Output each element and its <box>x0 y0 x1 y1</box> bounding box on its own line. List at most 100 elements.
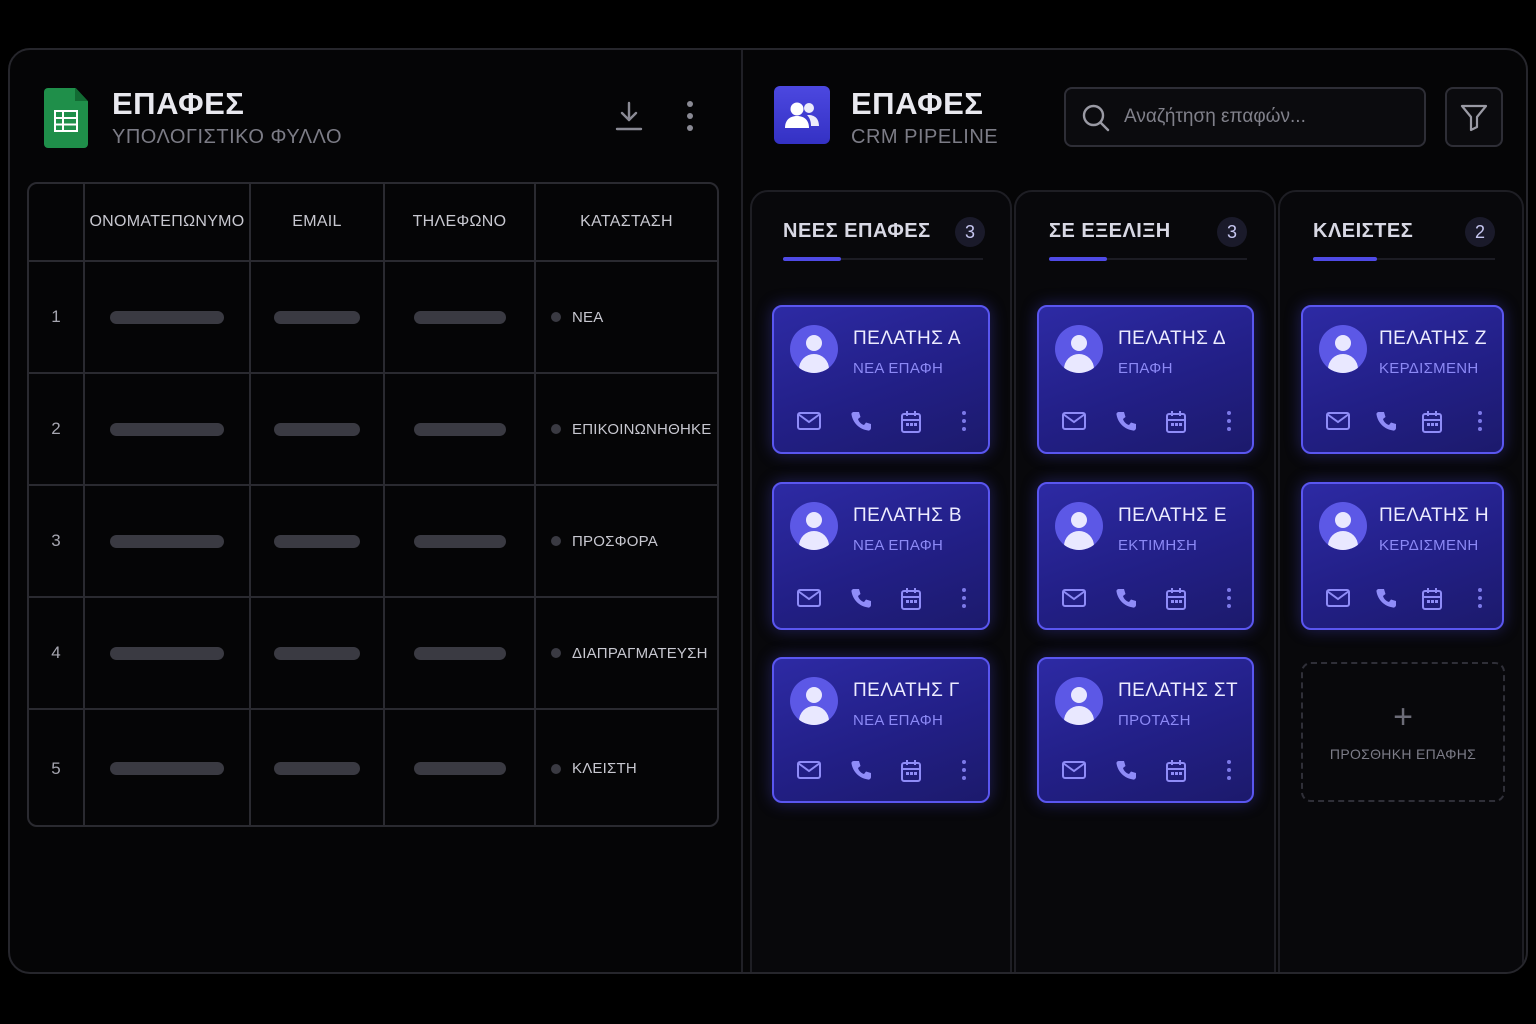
contact-name: ΠΕΛΑΤΗΣ ΣΤ <box>1118 680 1239 701</box>
more-vertical-icon[interactable] <box>1477 410 1483 432</box>
contact-card[interactable]: ΠΕΛΑΤΗΣ Α ΝΕΑ ΕΠΑΦΗ <box>772 305 990 454</box>
contact-stage: ΠΡΟΤΑΣΗ <box>1118 712 1191 729</box>
more-vertical-icon[interactable] <box>1226 410 1232 432</box>
calendar-icon[interactable] <box>1421 587 1443 611</box>
plus-icon: + <box>1393 698 1413 736</box>
table-row[interactable]: 2 ΕΠΙΚΟΙΝΩΝΗΘΗΚΕ <box>29 374 717 486</box>
users-icon <box>774 86 830 144</box>
calendar-icon[interactable] <box>1421 410 1443 434</box>
more-vertical-icon[interactable] <box>961 410 967 432</box>
avatar <box>1055 677 1103 725</box>
column-header-label: ΚΑΤΑΣΤΑΣΗ <box>580 213 673 230</box>
row-number: 3 <box>51 531 61 550</box>
avatar <box>1055 325 1103 373</box>
avatar <box>1055 502 1103 550</box>
contact-name: ΠΕΛΑΤΗΣ Η <box>1379 505 1490 526</box>
column-header[interactable]: ΤΗΛΕΦΩΝΟ <box>385 184 536 260</box>
avatar <box>790 325 838 373</box>
phone-icon[interactable] <box>850 410 872 432</box>
table-row[interactable]: 3 ΠΡΟΣΦΟΡΑ <box>29 486 717 598</box>
calendar-icon[interactable] <box>900 759 922 783</box>
table-row[interactable]: 5 ΚΛΕΙΣΤΗ <box>29 710 717 825</box>
calendar-icon[interactable] <box>900 410 922 434</box>
contact-card[interactable]: ΠΕΛΑΤΗΣ Δ ΕΠΑΦΗ <box>1037 305 1254 454</box>
table-row[interactable]: 1 ΝΕΑ <box>29 262 717 374</box>
name-placeholder <box>110 310 224 324</box>
calendar-icon[interactable] <box>1165 587 1187 611</box>
status-text: ΔΙΑΠΡΑΓΜΑΤΕΥΣΗ <box>572 644 708 662</box>
calendar-icon[interactable] <box>1165 759 1187 783</box>
phone-icon[interactable] <box>850 759 872 781</box>
phone-icon[interactable] <box>1115 410 1137 432</box>
column-title: ΝΕΕΣ ΕΠΑΦΕΣ <box>783 220 931 242</box>
phone-icon[interactable] <box>1115 759 1137 781</box>
contact-name: ΠΕΛΑΤΗΣ Δ <box>1118 328 1226 349</box>
phone-placeholder <box>413 422 506 436</box>
phone-icon[interactable] <box>1375 410 1397 432</box>
crm-subtitle: CRM PIPELINE <box>851 126 999 148</box>
phone-icon[interactable] <box>850 587 872 609</box>
mail-icon[interactable] <box>1061 759 1087 781</box>
add-contact-button[interactable]: + ΠΡΟΣΘΗΚΗ ΕΠΑΦΗΣ <box>1301 662 1505 802</box>
header-corner <box>29 184 85 260</box>
phone-placeholder <box>413 310 506 324</box>
calendar-icon[interactable] <box>900 587 922 611</box>
mail-icon[interactable] <box>1061 410 1087 432</box>
column-header-label: ΤΗΛΕΦΩΝΟ <box>412 213 507 230</box>
mail-icon[interactable] <box>796 759 822 781</box>
crm-title: ΕΠΑΦΕΣ <box>851 86 984 121</box>
phone-icon[interactable] <box>1375 587 1397 609</box>
column-header-label: EMAIL <box>292 213 342 230</box>
column-header[interactable]: ΟΝΟΜΑΤΕΠΩΝΥΜΟ <box>85 184 251 260</box>
status-text: ΚΛΕΙΣΤΗ <box>572 760 637 777</box>
phone-icon[interactable] <box>1115 587 1137 609</box>
contact-name: ΠΕΛΑΤΗΣ Α <box>853 328 961 349</box>
search-box[interactable] <box>1064 87 1426 147</box>
email-placeholder <box>274 534 360 548</box>
status-dot <box>551 424 561 434</box>
contact-stage: ΝΕΑ ΕΠΑΦΗ <box>853 360 944 377</box>
column-count-badge: 3 <box>1217 217 1247 247</box>
table-row[interactable]: 4 ΔΙΑΠΡΑΓΜΑΤΕΥΣΗ <box>29 598 717 710</box>
panel-divider <box>741 50 743 972</box>
phone-placeholder <box>413 534 506 548</box>
more-vertical-icon[interactable] <box>961 759 967 781</box>
avatar <box>1319 502 1367 550</box>
contact-card[interactable]: ΠΕΛΑΤΗΣ ΣΤ ΠΡΟΤΑΣΗ <box>1037 657 1254 803</box>
filter-button[interactable] <box>1445 87 1503 147</box>
column-header[interactable]: EMAIL <box>251 184 385 260</box>
status-dot <box>551 536 561 546</box>
column-underline <box>1313 257 1377 261</box>
contact-stage: ΕΚΤΙΜΗΣΗ <box>1118 537 1198 554</box>
contacts-table: ΟΝΟΜΑΤΕΠΩΝΥΜΟ EMAIL ΤΗΛΕΦΩΝΟ ΚΑΤΑΣΤΑΣΗ 1… <box>27 182 719 827</box>
sheet-title: ΕΠΑΦΕΣ <box>112 86 245 121</box>
more-vertical-icon[interactable] <box>680 98 700 134</box>
sheet-header: ΕΠΑΦΕΣ ΥΠΟΛΟΓΙΣΤΙΚΟ ΦΥΛΛΟ <box>44 86 704 150</box>
mail-icon[interactable] <box>1061 587 1087 609</box>
column-underline <box>1049 257 1107 261</box>
column-title: ΣΕ ΕΞΕΛΙΞΗ <box>1049 220 1171 242</box>
contact-card[interactable]: ΠΕΛΑΤΗΣ Η ΚΕΡΔΙΣΜΕΝΗ <box>1301 482 1504 630</box>
phone-placeholder <box>413 646 506 660</box>
mail-icon[interactable] <box>1325 587 1351 609</box>
row-number: 1 <box>51 307 61 326</box>
contact-card[interactable]: ΠΕΛΑΤΗΣ Ζ ΚΕΡΔΙΣΜΕΝΗ <box>1301 305 1504 454</box>
name-placeholder <box>110 534 224 548</box>
contact-stage: ΝΕΑ ΕΠΑΦΗ <box>853 537 944 554</box>
search-input[interactable] <box>1124 89 1414 145</box>
mail-icon[interactable] <box>796 410 822 432</box>
more-vertical-icon[interactable] <box>961 587 967 609</box>
more-vertical-icon[interactable] <box>1477 587 1483 609</box>
contact-card[interactable]: ΠΕΛΑΤΗΣ Γ ΝΕΑ ΕΠΑΦΗ <box>772 657 990 803</box>
more-vertical-icon[interactable] <box>1226 587 1232 609</box>
mail-icon[interactable] <box>796 587 822 609</box>
column-header[interactable]: ΚΑΤΑΣΤΑΣΗ <box>536 184 717 260</box>
search-icon <box>1080 102 1112 134</box>
contact-card[interactable]: ΠΕΛΑΤΗΣ Β ΝΕΑ ΕΠΑΦΗ <box>772 482 990 630</box>
download-icon[interactable] <box>612 98 646 134</box>
mail-icon[interactable] <box>1325 410 1351 432</box>
more-vertical-icon[interactable] <box>1226 759 1232 781</box>
contact-card[interactable]: ΠΕΛΑΤΗΣ Ε ΕΚΤΙΜΗΣΗ <box>1037 482 1254 630</box>
calendar-icon[interactable] <box>1165 410 1187 434</box>
spreadsheet-icon <box>44 88 88 148</box>
